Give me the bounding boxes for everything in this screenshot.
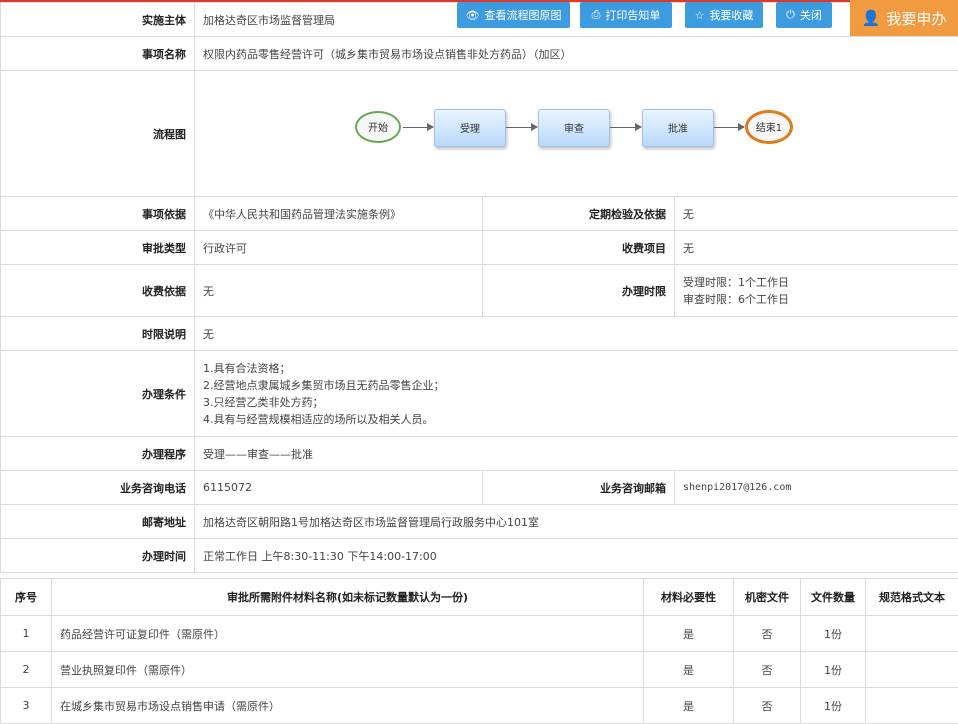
- hours-value: 正常工作日 上午8:30-11:30 下午14:00-17:00: [195, 539, 958, 573]
- close-button[interactable]: ⏻ 关闭: [776, 2, 832, 28]
- limit-desc-label: 时限说明: [1, 317, 195, 351]
- hours-label: 办理时间: [1, 539, 195, 573]
- conditions-label: 办理条件: [1, 351, 195, 437]
- row-count: 1份: [801, 652, 866, 688]
- basis-label: 事项依据: [1, 197, 195, 231]
- table-row: 3 在城乡集市贸易市场设点销售申请（需原件） 是 否 1份: [1, 688, 958, 724]
- row-required: 是: [644, 688, 734, 724]
- condition-item: 1.具有合法资格；: [203, 360, 950, 377]
- table-row: 2 营业执照复印件（需原件） 是 否 1份: [1, 652, 958, 688]
- row-secret: 否: [734, 652, 801, 688]
- row-count: 1份: [801, 616, 866, 652]
- user-icon: 👤: [862, 9, 881, 27]
- flow-end-node: 结束1: [745, 110, 793, 144]
- close-label: 关闭: [800, 7, 822, 23]
- flow-chart-cell: 开始 受理 审查 批准 结束1: [195, 71, 958, 197]
- materials-header-row: 序号 审批所需附件材料名称(如未标记数量默认为一份) 材料必要性 机密文件 文件…: [1, 579, 958, 616]
- col-header-name: 审批所需附件材料名称(如未标记数量默认为一份): [52, 579, 644, 616]
- favorite-button[interactable]: ☆ 我要收藏: [685, 2, 763, 28]
- item-info-table: 实施主体 加格达奇区市场监督管理局 事项名称 权限内药品零售经营许可（城乡集市贸…: [0, 2, 958, 573]
- procedure-value: 受理——审查——批准: [195, 437, 958, 471]
- condition-item: 4.具有与经营规模相适应的场所以及相关人员。: [203, 411, 950, 428]
- printer-icon: ⎙: [592, 8, 601, 22]
- time-limit-label: 办理时限: [483, 265, 675, 317]
- condition-item: 2.经营地点隶属城乡集贸市场且无药品零售企业；: [203, 377, 950, 394]
- item-name-value: 权限内药品零售经营许可（城乡集市贸易市场设点销售非处方药品）（加区）: [195, 37, 958, 71]
- apply-button[interactable]: 👤 我要申办: [850, 0, 958, 36]
- row-format: [866, 652, 958, 688]
- col-header-format: 规范格式文本: [866, 579, 958, 616]
- eye-icon: 👁: [466, 9, 480, 22]
- star-icon: ☆: [695, 9, 705, 22]
- fee-item-value: 无: [675, 231, 958, 265]
- row-secret: 否: [734, 616, 801, 652]
- flow-label: 流程图: [1, 71, 195, 197]
- col-header-count: 文件数量: [801, 579, 866, 616]
- row-no: 2: [1, 652, 52, 688]
- fee-item-label: 收费项目: [483, 231, 675, 265]
- row-required: 是: [644, 652, 734, 688]
- approval-type-label: 审批类型: [1, 231, 195, 265]
- row-format: [866, 688, 958, 724]
- row-no: 3: [1, 688, 52, 724]
- inspection-value: 无: [675, 197, 958, 231]
- address-value: 加格达奇区朝阳路1号加格达奇区市场监督管理局行政服务中心101室: [195, 505, 958, 539]
- flow-step-review: 审查: [538, 109, 610, 147]
- email-label: 业务咨询邮箱: [483, 471, 675, 505]
- accept-time-limit: 受理时限：1个工作日: [683, 274, 950, 291]
- row-no: 1: [1, 616, 52, 652]
- flow-arrow: [506, 127, 537, 128]
- row-name: 营业执照复印件（需原件）: [52, 652, 644, 688]
- row-secret: 否: [734, 688, 801, 724]
- col-header-secret: 机密文件: [734, 579, 801, 616]
- fee-basis-label: 收费依据: [1, 265, 195, 317]
- col-header-no: 序号: [1, 579, 52, 616]
- col-header-required: 材料必要性: [644, 579, 734, 616]
- review-time-limit: 审查时限：6个工作日: [683, 291, 950, 308]
- email-value: shenpi2017@126.com: [675, 471, 958, 505]
- flow-arrow: [610, 127, 641, 128]
- row-format: [866, 616, 958, 652]
- flow-start-node: 开始: [355, 111, 401, 143]
- fee-basis-value: 无: [195, 265, 483, 317]
- limit-desc-value: 无: [195, 317, 958, 351]
- flow-chart: 开始 受理 审查 批准 结束1: [195, 72, 958, 196]
- time-limit-value: 受理时限：1个工作日 审查时限：6个工作日: [675, 265, 958, 317]
- flow-step-accept: 受理: [434, 109, 506, 147]
- subject-value: 加格达奇区市场监督管理局: [195, 3, 958, 37]
- basis-value: 《中华人民共和国药品管理法实施条例》: [195, 197, 483, 231]
- power-icon: ⏻: [786, 8, 795, 22]
- row-count: 1份: [801, 688, 866, 724]
- row-name: 在城乡集市贸易市场设点销售申请（需原件）: [52, 688, 644, 724]
- view-flow-button[interactable]: 👁 查看流程图原图: [457, 2, 570, 28]
- phone-label: 业务咨询电话: [1, 471, 195, 505]
- procedure-label: 办理程序: [1, 437, 195, 471]
- print-notice-button[interactable]: ⎙ 打印告知单: [580, 2, 672, 28]
- table-row: 1 药品经营许可证复印件（需原件） 是 否 1份: [1, 616, 958, 652]
- row-name: 药品经营许可证复印件（需原件）: [52, 616, 644, 652]
- approval-type-value: 行政许可: [195, 231, 483, 265]
- flow-arrow: [403, 127, 433, 128]
- row-required: 是: [644, 616, 734, 652]
- item-name-label: 事项名称: [1, 37, 195, 71]
- materials-table: 序号 审批所需附件材料名称(如未标记数量默认为一份) 材料必要性 机密文件 文件…: [0, 578, 958, 724]
- condition-item: 3.只经营乙类非处方药；: [203, 394, 950, 411]
- flow-step-approve: 批准: [642, 109, 714, 147]
- print-notice-label: 打印告知单: [605, 7, 660, 23]
- flow-arrow: [714, 127, 744, 128]
- phone-value: 6115072: [195, 471, 483, 505]
- favorite-label: 我要收藏: [709, 7, 753, 23]
- apply-label: 我要申办: [886, 8, 946, 29]
- conditions-value: 1.具有合法资格； 2.经营地点隶属城乡集贸市场且无药品零售企业； 3.只经营乙…: [195, 351, 958, 437]
- subject-label: 实施主体: [1, 3, 195, 37]
- address-label: 邮寄地址: [1, 505, 195, 539]
- view-flow-label: 查看流程图原图: [484, 7, 561, 23]
- inspection-label: 定期检验及依据: [483, 197, 675, 231]
